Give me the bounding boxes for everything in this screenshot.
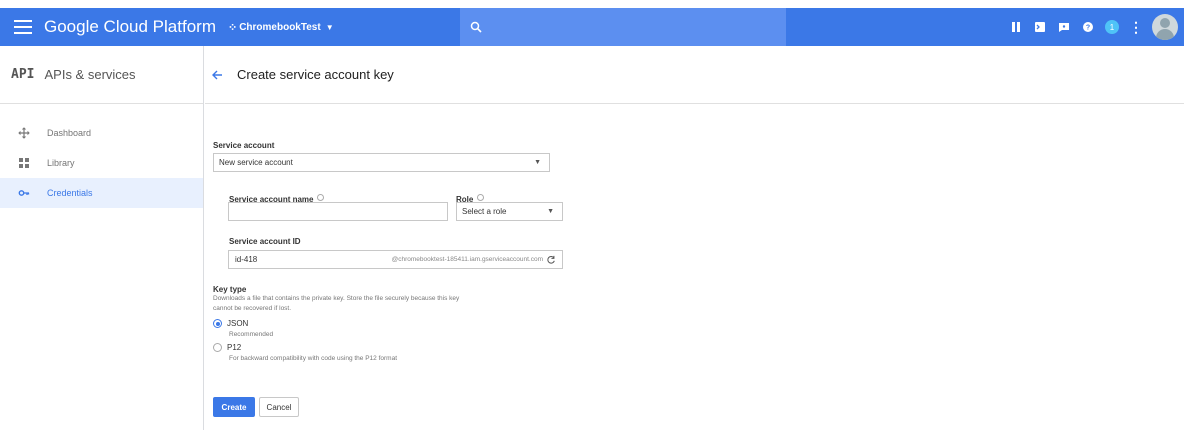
key-icon (17, 186, 31, 200)
help-icon[interactable]: ? (1076, 8, 1100, 46)
chevron-down-icon: ▼ (547, 208, 554, 215)
chevron-down-icon: ▼ (325, 22, 334, 32)
project-selector[interactable]: ⁘ ChromebookTest ▼ (228, 21, 334, 34)
svg-text:?: ? (1086, 25, 1090, 32)
service-account-value: New service account (219, 158, 293, 167)
p12-sublabel: For backward compatibility with code usi… (229, 355, 397, 362)
more-vert-icon[interactable]: ⋮ (1124, 8, 1148, 46)
role-value: Select a role (462, 207, 507, 216)
account-avatar[interactable] (1152, 14, 1178, 40)
library-icon (17, 156, 31, 170)
back-arrow-icon[interactable] (209, 67, 225, 83)
service-account-id-label: Service account ID (229, 237, 301, 246)
page-title: Create service account key (237, 67, 394, 82)
sidebar-header: API APIs & services (0, 46, 203, 104)
service-account-id-value: id-418 (235, 255, 258, 264)
sidebar-item-library[interactable]: Library (0, 148, 203, 178)
key-type-p12-option[interactable]: P12 (213, 343, 241, 352)
service-account-id-suffix: @chromebooktest-185411.iam.gserviceaccou… (391, 256, 543, 263)
notifications-icon[interactable] (1052, 8, 1076, 46)
sidebar-item-dashboard[interactable]: Dashboard (0, 118, 203, 148)
key-type-description: Downloads a file that contains the priva… (213, 295, 460, 302)
sidebar-nav: Dashboard Library Credentials (0, 104, 203, 208)
json-radio[interactable] (213, 319, 222, 328)
api-logo-icon: API (11, 67, 35, 82)
gift-icon[interactable] (1004, 8, 1028, 46)
json-label: JSON (227, 319, 249, 328)
top-strip (0, 0, 1184, 8)
dashboard-icon (17, 126, 31, 140)
service-account-name-input[interactable] (228, 202, 448, 221)
service-account-label: Service account (213, 141, 275, 150)
search-bar[interactable] (460, 8, 786, 46)
cloud-shell-icon[interactable] (1028, 8, 1052, 46)
project-name: ChromebookTest (239, 21, 321, 33)
topbar-actions: ? 1 ⋮ (1004, 8, 1178, 46)
sidebar-item-credentials[interactable]: Credentials (0, 178, 203, 208)
sidebar-item-label: Credentials (47, 188, 93, 198)
role-select[interactable]: Select a role ▼ (456, 202, 563, 221)
json-sublabel: Recommended (229, 331, 274, 338)
service-account-select[interactable]: New service account ▼ (213, 153, 550, 172)
p12-label: P12 (227, 343, 242, 352)
key-type-description-2: cannot be recovered if lost. (213, 305, 292, 312)
page-header: Create service account key (205, 46, 1184, 104)
sidebar-title: APIs & services (44, 67, 136, 82)
hamburger-menu-icon[interactable] (14, 20, 32, 34)
service-account-id-suffix-wrap: @chromebooktest-185411.iam.gserviceaccou… (392, 255, 556, 265)
key-type-json-option[interactable]: JSON (213, 319, 248, 328)
brand-title[interactable]: Google Cloud Platform (44, 17, 216, 37)
help-circle-icon[interactable] (477, 194, 485, 202)
cancel-button[interactable]: Cancel (259, 397, 299, 417)
project-dots-icon: ⁘ (227, 21, 237, 34)
chevron-down-icon: ▼ (534, 159, 541, 166)
sidebar: API APIs & services Dashboard Library Cr… (0, 46, 204, 430)
p12-radio[interactable] (213, 343, 222, 352)
search-icon (470, 21, 482, 33)
help-circle-icon[interactable] (317, 194, 325, 202)
sidebar-item-label: Dashboard (47, 128, 92, 138)
service-account-id-input[interactable]: id-418 @chromebooktest-185411.iam.gservi… (228, 250, 563, 269)
refresh-icon[interactable] (546, 255, 556, 265)
create-button[interactable]: Create (213, 397, 255, 417)
key-type-label: Key type (213, 285, 247, 294)
notifications-badge[interactable]: 1 (1100, 8, 1124, 46)
top-app-bar: Google Cloud Platform ⁘ ChromebookTest ▼… (0, 8, 1184, 46)
sidebar-item-label: Library (47, 158, 75, 168)
